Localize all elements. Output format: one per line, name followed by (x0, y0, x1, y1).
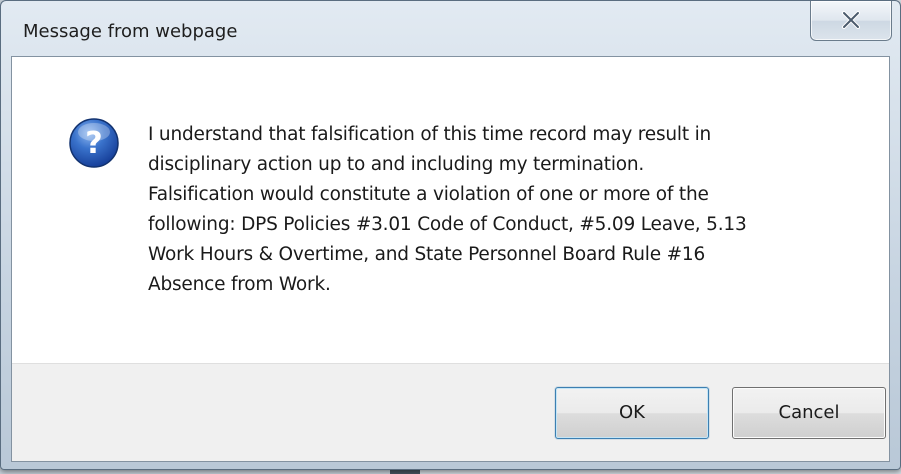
close-icon (842, 11, 860, 29)
close-button[interactable] (810, 1, 892, 41)
question-icon: ? (69, 118, 119, 168)
message-area: ? I understand that falsification of thi… (12, 57, 889, 363)
message-text: I understand that falsification of this … (148, 124, 747, 295)
cancel-button[interactable]: Cancel (732, 387, 886, 439)
dialog-title: Message from webpage (23, 21, 238, 42)
message-dialog: Message from webpage ? I understand that… (0, 0, 901, 470)
ok-button[interactable]: OK (555, 387, 709, 439)
title-bar[interactable]: Message from webpage (1, 1, 900, 57)
button-bar: OK Cancel (12, 363, 889, 461)
dialog-client-area: ? I understand that falsification of thi… (11, 56, 890, 462)
svg-text:?: ? (85, 126, 102, 161)
